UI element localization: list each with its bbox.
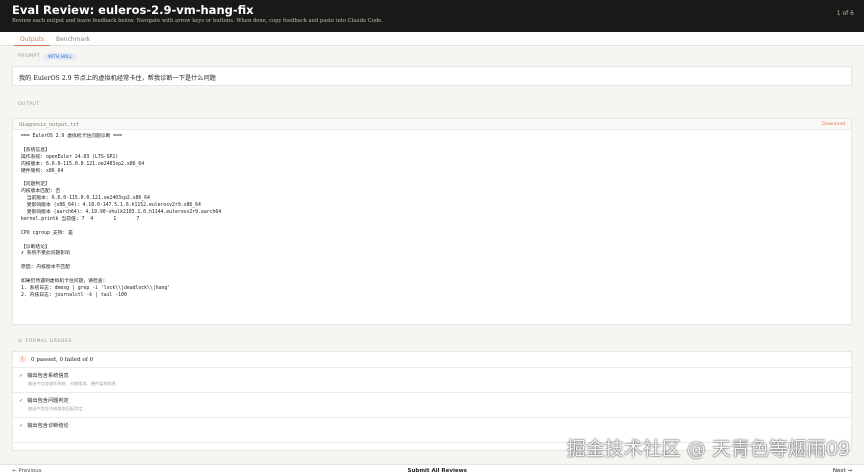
- file-name: diagnosis_output.txt: [19, 122, 80, 128]
- grades-header: ⚖ FORMAL GRADES: [0, 325, 864, 347]
- main-content: PROMPT WITH SKILL 我的 EulerOS 2.9 节点上的虚拟机…: [0, 47, 864, 464]
- grade-title: 输出包含问题判定: [27, 398, 69, 404]
- with-skill-badge: WITH SKILL: [44, 52, 76, 60]
- download-link[interactable]: Download: [822, 122, 845, 127]
- tab-bar: Outputs Benchmark: [0, 32, 864, 46]
- tab-outputs[interactable]: Outputs: [14, 32, 50, 46]
- status-icon: !: [19, 356, 26, 363]
- output-code-block: === EulerOS 2.9 虚拟机卡住问题诊断 === 【系统信息】 操作系…: [21, 134, 222, 298]
- grade-summary-text: 0 passed, 0 failed of 0: [31, 356, 94, 363]
- grades-label: FORMAL GRADES: [25, 339, 72, 344]
- tab-benchmark[interactable]: Benchmark: [50, 32, 96, 46]
- page-title: Eval Review: euleros-2.9-vm-hang-fix: [12, 3, 254, 17]
- next-button[interactable]: Next →: [833, 468, 852, 474]
- check-icon: ✓: [19, 372, 24, 379]
- file-header: diagnosis_output.txt Download: [13, 119, 851, 130]
- app-header: Eval Review: euleros-2.9-vm-hang-fix Rev…: [0, 0, 864, 32]
- grade-detail: 输出中包含内核版本匹配判定: [28, 406, 83, 411]
- submit-all-button[interactable]: Submit All Reviews: [408, 468, 467, 474]
- grade-title: 输出包含诊断结论: [27, 423, 69, 429]
- grade-summary: ! 0 passed, 0 failed of 0: [13, 352, 851, 368]
- check-icon: ✓: [19, 422, 24, 429]
- check-icon: ✓: [19, 397, 24, 404]
- grade-detail: 输出中包含操作系统、内核版本、硬件架构信息: [28, 381, 116, 386]
- prompt-label: PROMPT: [18, 53, 41, 59]
- scale-icon: ⚖: [18, 339, 23, 344]
- review-counter: 1 of 6: [836, 10, 854, 17]
- page-subtitle: Review each output and leave feedback be…: [12, 18, 383, 24]
- prompt-text: 我的 EulerOS 2.9 节点上的虚拟机经常卡住，帮我诊断一下是什么问题: [12, 66, 852, 86]
- prompt-header: PROMPT WITH SKILL: [0, 47, 864, 60]
- footer-nav: ← Previous Submit All Reviews Next →: [0, 464, 864, 476]
- watermark: 掘金技术社区 @ 天青色等烟雨09: [566, 438, 850, 460]
- grade-item: ✓ 输出包含问题判定 输出中包含内核版本匹配判定: [13, 393, 851, 418]
- grade-title: 输出包含系统信息: [27, 373, 69, 379]
- output-file-card: diagnosis_output.txt Download === EulerO…: [12, 118, 852, 325]
- grade-item: ✓ 输出包含系统信息 输出中包含操作系统、内核版本、硬件架构信息: [13, 368, 851, 393]
- output-label: OUTPUT: [18, 102, 40, 107]
- previous-button[interactable]: ← Previous: [12, 468, 42, 474]
